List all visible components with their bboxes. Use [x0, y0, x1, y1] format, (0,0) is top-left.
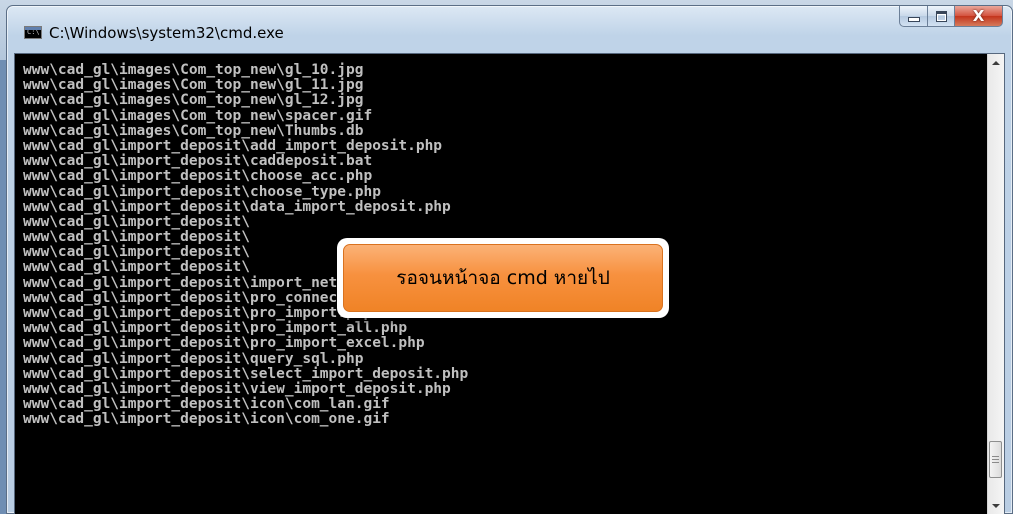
scroll-down-button[interactable] [988, 497, 1004, 514]
grip-icon [992, 456, 999, 463]
console-line: www\cad_gl\import_deposit\select_import_… [23, 365, 469, 382]
console-line: www\cad_gl\import_deposit\view_import_de… [23, 380, 451, 397]
console-line: www\cad_gl\images\Com_top_new\spacer.gif [23, 107, 373, 124]
console-line: www\cad_gl\import_deposit\icon\com_one.g… [23, 411, 390, 428]
vertical-scrollbar[interactable] [987, 54, 1004, 514]
console-line: www\cad_gl\import_deposit\choose_type.ph… [23, 183, 381, 200]
instruction-callout: รอจนหน้าจอ cmd หายไป [337, 238, 669, 318]
console-line: www\cad_gl\import_deposit\query_sql.php [23, 350, 364, 367]
callout-text: รอจนหน้าจอ cmd หายไป [396, 267, 610, 289]
close-button[interactable]: X [955, 6, 1003, 27]
maximize-button[interactable] [928, 6, 955, 27]
console-line: www\cad_gl\import_deposit\ [23, 213, 250, 230]
console-line: www\cad_gl\import_deposit\icon\com_lan.g… [23, 396, 390, 413]
console-line: www\cad_gl\import_deposit\add_import_dep… [23, 137, 443, 154]
console-line: www\cad_gl\images\Com_top_new\gl_12.jpg [23, 92, 364, 109]
console-line: www\cad_gl\import_deposit\pro_import_exc… [23, 335, 425, 352]
console-line: www\cad_gl\import_deposit\caddeposit.bat [23, 153, 373, 170]
minimize-button[interactable] [899, 6, 928, 27]
console-line: www\cad_gl\images\Com_top_new\Thumbs.db [23, 122, 364, 139]
up-arrow-icon [992, 60, 1000, 65]
maximize-icon [935, 10, 947, 22]
scroll-thumb[interactable] [989, 441, 1002, 478]
scroll-up-button[interactable] [988, 54, 1004, 71]
down-arrow-icon [992, 503, 1000, 508]
callout-box: รอจนหน้าจอ cmd หายไป [343, 244, 663, 312]
console-line: www\cad_gl\images\Com_top_new\gl_11.jpg [23, 77, 364, 94]
console-line: www\cad_gl\import_deposit\choose_acc.php [23, 168, 373, 185]
minimize-icon [907, 16, 920, 22]
console-line: www\cad_gl\import_deposit\data_import_de… [23, 198, 451, 215]
window-title: C:\Windows\system32\cmd.exe [49, 24, 284, 42]
caption-buttons: X [899, 6, 1003, 27]
cmd-console-icon[interactable]: C:\ [24, 26, 42, 39]
title-bar[interactable]: C:\ C:\Windows\system32\cmd.exe X [7, 6, 1012, 46]
console-line: www\cad_gl\import_deposit\pro_import_all… [23, 320, 408, 337]
console-line: www\cad_gl\images\Com_top_new\gl_10.jpg [23, 62, 364, 78]
close-icon: X [972, 6, 985, 25]
